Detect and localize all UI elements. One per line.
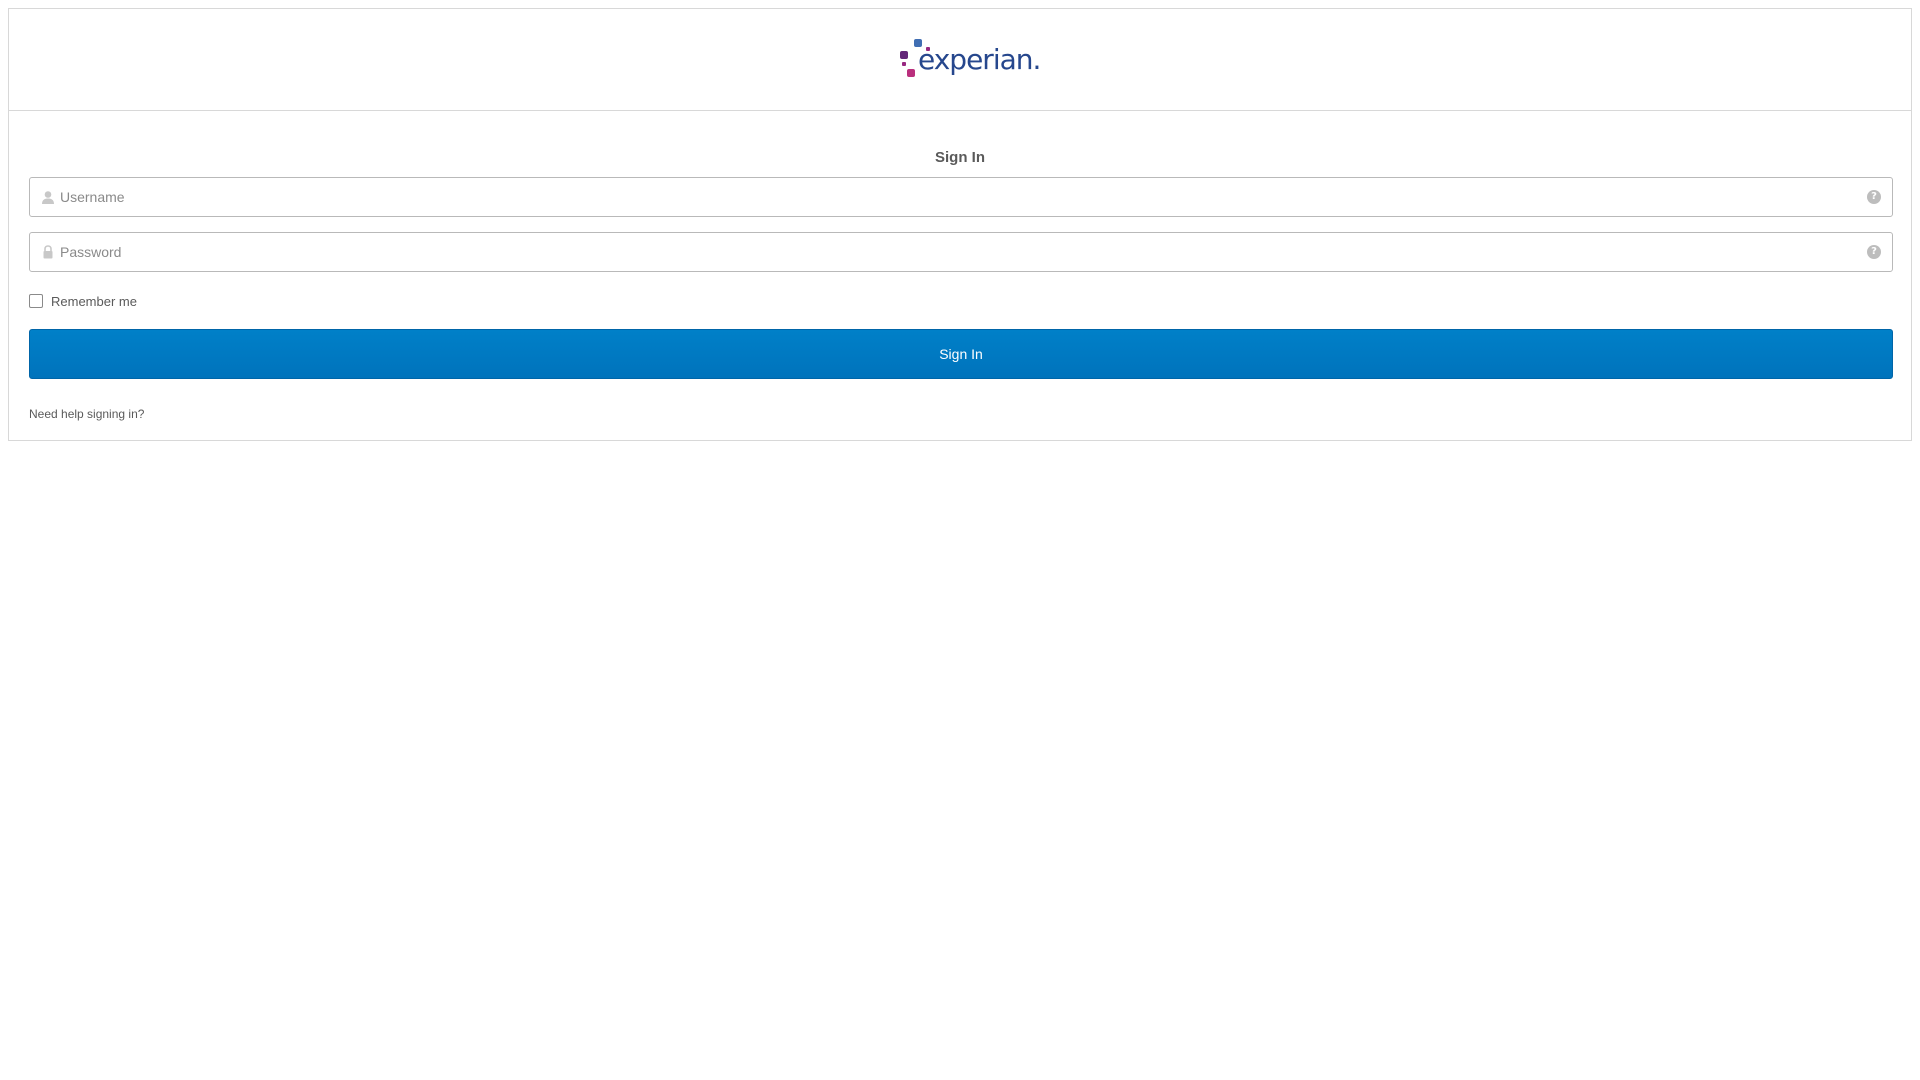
username-help-icon[interactable]: ? [1867, 190, 1881, 204]
remember-me-checkbox[interactable] [29, 294, 43, 308]
remember-me[interactable]: Remember me [29, 292, 137, 310]
need-help-link[interactable]: Need help signing in? [29, 407, 144, 421]
username-field[interactable]: ? [29, 177, 1893, 217]
logo-wordmark: experian. [918, 43, 1041, 76]
sign-in-button[interactable]: Sign In [29, 329, 1893, 379]
password-field[interactable]: ? [29, 232, 1893, 272]
page-title: Sign In [935, 149, 985, 166]
password-help-icon[interactable]: ? [1867, 245, 1881, 259]
username-input[interactable] [60, 178, 1850, 216]
user-icon [42, 191, 54, 204]
experian-logo: experian. [900, 39, 1041, 81]
lock-icon [43, 245, 53, 259]
signin-card: experian. Sign In ? ? Remember me Sign I… [8, 8, 1912, 441]
password-input[interactable] [60, 233, 1850, 271]
remember-me-label: Remember me [51, 293, 137, 309]
card-header: experian. [9, 9, 1911, 111]
